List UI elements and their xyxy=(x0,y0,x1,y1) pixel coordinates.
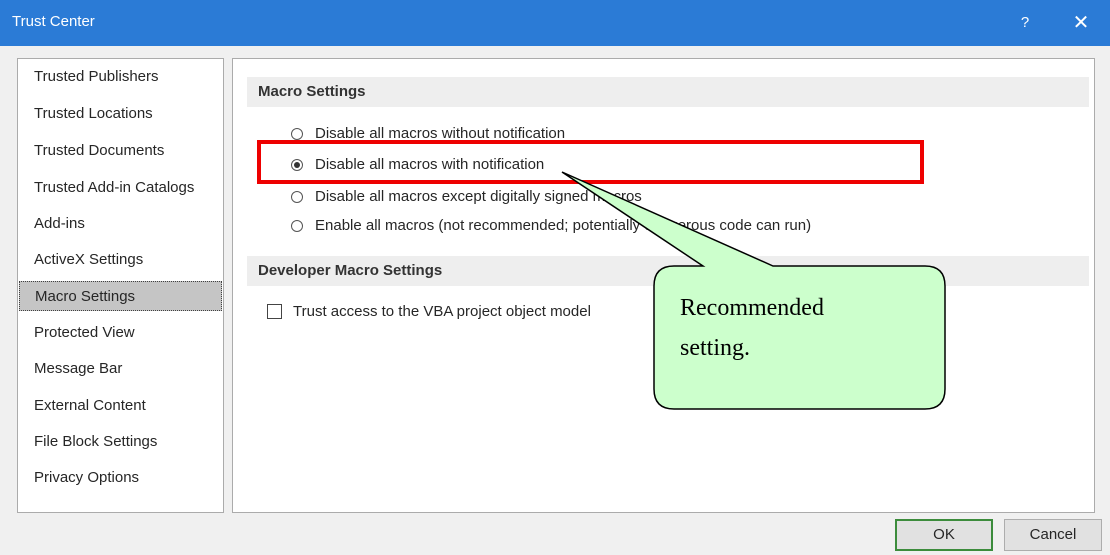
callout-line-2: setting. xyxy=(680,335,750,361)
cancel-button[interactable]: Cancel xyxy=(1004,519,1102,551)
callout-line-1: Recommended xyxy=(680,295,824,321)
callout-balloon xyxy=(561,171,946,410)
callout-text: Recommended setting. xyxy=(680,288,930,368)
ok-button[interactable]: OK xyxy=(895,519,993,551)
